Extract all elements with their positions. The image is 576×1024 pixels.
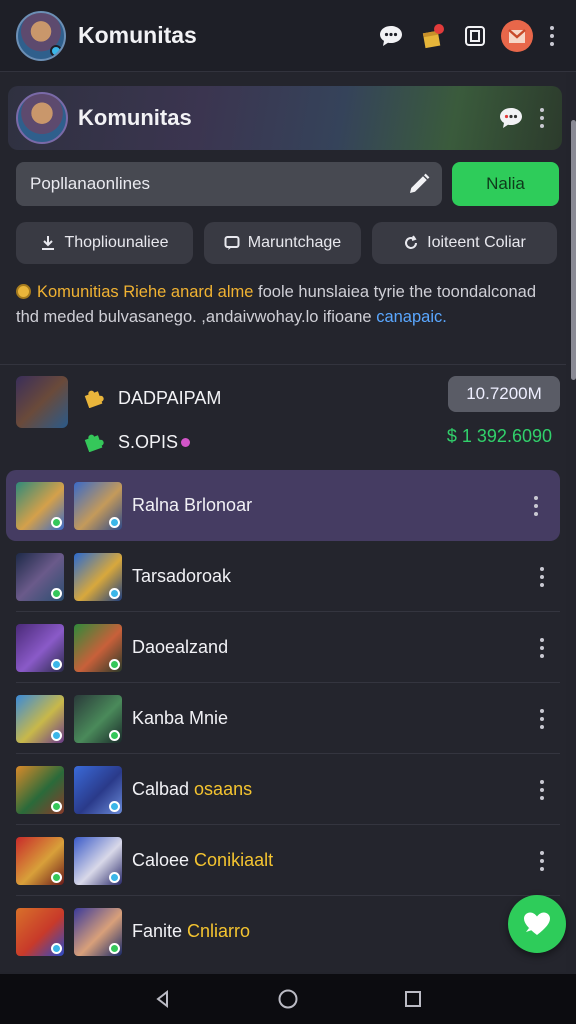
hero-icon: [74, 765, 122, 814]
list-item-name: Tarsadoroak: [132, 566, 232, 586]
profile-avatar[interactable]: [16, 10, 66, 61]
search-field[interactable]: Popllanaonlines: [16, 162, 442, 206]
chip-refresh[interactable]: Ioiteent Coliar: [372, 222, 557, 264]
stats-label-2: S.OPIS: [118, 432, 191, 453]
notice-highlight: Komunitias Riehe anard alme: [37, 283, 254, 301]
list-item-name: Daoealzand: [132, 637, 229, 657]
floating-action-button[interactable]: [508, 895, 566, 953]
item-menu-icon[interactable]: [532, 637, 552, 658]
item-menu-icon[interactable]: [532, 708, 552, 729]
stats-label-1: DADPAIPAM: [118, 388, 222, 408]
hero-icon: [74, 623, 122, 672]
refresh-icon: [403, 235, 419, 251]
puzzle-piece-icon: [82, 384, 106, 413]
pencil-edit-icon[interactable]: [402, 167, 436, 201]
download-icon: [40, 235, 56, 251]
list-item-name: Ralna Brlonoar: [132, 495, 253, 515]
hero-icon: [16, 836, 64, 885]
list-item-name: Calbad osaans: [132, 779, 253, 799]
recents-nav-icon[interactable]: [395, 981, 431, 1017]
community-panel: Komunitas Popllanaonlines Nalia Thopliou…: [0, 72, 566, 972]
stats-card: DADPAIPAM S.OPIS 10.7200M $ 1 392.6090: [16, 376, 560, 464]
back-nav-icon[interactable]: [145, 981, 181, 1017]
app-title: Komunitas: [78, 22, 197, 48]
chat-bubble-icon[interactable]: [494, 101, 528, 135]
community-banner: Komunitas: [8, 86, 562, 150]
community-title: Komunitas: [78, 105, 192, 130]
list-item[interactable]: Ralna Brlonoar: [6, 470, 560, 541]
store-badge-icon[interactable]: [500, 19, 534, 53]
list-item[interactable]: Tarsadoroak: [0, 541, 566, 612]
chip-label: Maruntchage: [247, 234, 342, 251]
coin-icon: [16, 284, 31, 299]
online-status-dot: [50, 44, 62, 57]
list-item-name: Fanite Cnliarro: [132, 921, 251, 941]
list-item-name: Caloee Conikiaalt: [132, 850, 274, 870]
community-avatar[interactable]: [16, 92, 68, 144]
hero-icon: [16, 694, 64, 743]
item-menu-icon[interactable]: [532, 850, 552, 871]
chip-download[interactable]: Thopliounaliee: [16, 222, 193, 264]
item-menu-icon[interactable]: [532, 779, 552, 800]
home-nav-icon[interactable]: [270, 981, 306, 1017]
list-item[interactable]: Caloee Conikiaalt: [0, 825, 566, 896]
hero-icon: [74, 907, 122, 956]
hero-icon: [74, 836, 122, 885]
stats-value-pill[interactable]: 10.7200M: [448, 376, 560, 412]
item-menu-icon[interactable]: [532, 566, 552, 587]
chip-label: Thopliounaliee: [64, 234, 169, 251]
gem-icon: [181, 438, 191, 447]
system-nav-bar: [0, 974, 576, 1024]
puzzle-piece-green-icon: [82, 428, 106, 457]
hero-icon: [74, 481, 122, 530]
list-item[interactable]: Daoealzand: [0, 612, 566, 683]
chip-chat[interactable]: Maruntchage: [204, 222, 361, 264]
chat-bubble-icon[interactable]: [374, 19, 408, 53]
notice-link[interactable]: canapaic.: [376, 308, 447, 326]
member-list: Ralna Brlonoar Tarsadoroak Daoealzand Ka…: [0, 470, 566, 967]
scrollbar[interactable]: [571, 120, 576, 380]
hero-icon: [16, 907, 64, 956]
list-item[interactable]: Fanite Cnliarro: [0, 896, 566, 967]
money-value: $ 1 392.6090: [446, 426, 552, 446]
divider: [0, 364, 566, 365]
list-item[interactable]: Kanba Mnie: [0, 683, 566, 754]
hero-icon: [16, 623, 64, 672]
stats-thumbnail: [16, 376, 68, 428]
chip-label: Ioiteent Coliar: [427, 234, 526, 251]
search-submit-button[interactable]: Nalia: [452, 162, 559, 206]
search-input-value[interactable]: Popllanaonlines: [30, 174, 402, 194]
chat-icon: [224, 235, 240, 251]
item-menu-icon[interactable]: [526, 495, 546, 516]
hero-icon: [74, 552, 122, 601]
hero-icon: [16, 481, 64, 530]
hero-icon: [16, 765, 64, 814]
wallet-icon[interactable]: [458, 19, 492, 53]
hero-icon: [74, 694, 122, 743]
gift-box-icon[interactable]: [416, 19, 450, 53]
top-app-bar: Komunitas: [0, 0, 576, 72]
overflow-menu-icon[interactable]: [542, 19, 562, 53]
heart-chat-icon: [524, 912, 550, 935]
community-notice: Komunitias Riehe anard alme foole hunsla…: [16, 280, 546, 330]
hero-icon: [16, 552, 64, 601]
list-item[interactable]: Calbad osaans: [0, 754, 566, 825]
banner-menu-icon[interactable]: [528, 108, 556, 128]
list-item-name: Kanba Mnie: [132, 708, 229, 728]
